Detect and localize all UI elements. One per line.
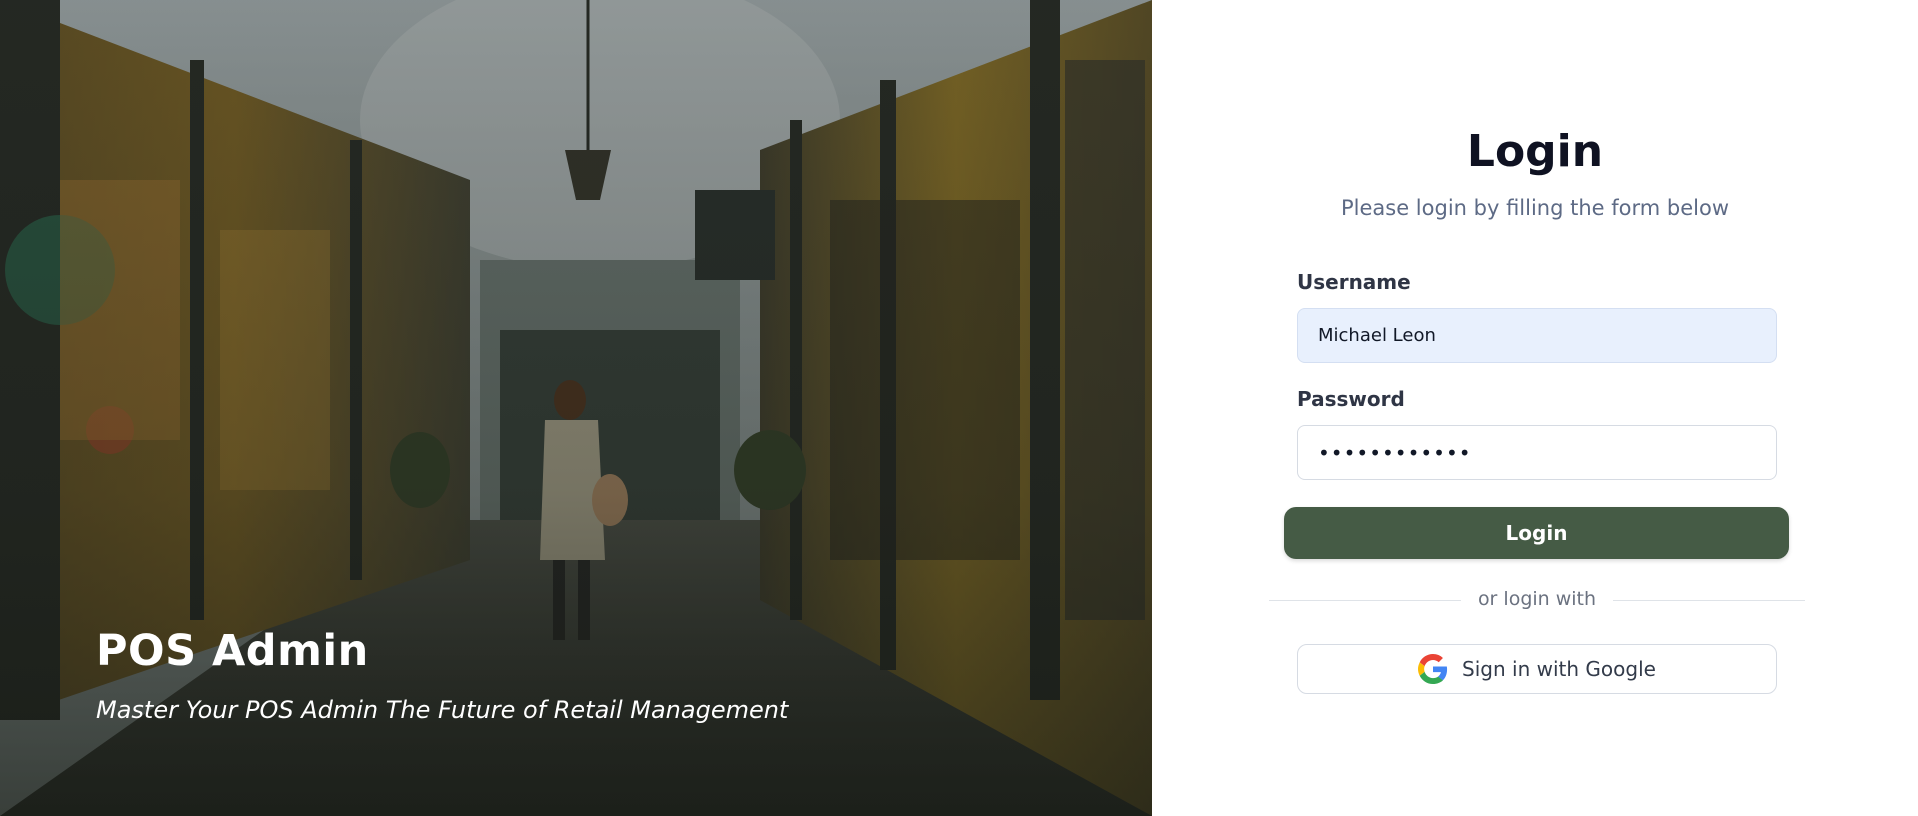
- hero-dark-overlay: [0, 0, 1152, 816]
- hero-title: POS Admin: [96, 626, 369, 676]
- login-title: Login: [1466, 126, 1604, 177]
- google-signin-button[interactable]: Sign in with Google: [1297, 644, 1777, 694]
- password-label: Password: [1297, 387, 1405, 411]
- login-panel: Login Please login by filling the form b…: [1152, 0, 1918, 816]
- username-input[interactable]: [1297, 308, 1777, 363]
- google-logo-icon: [1418, 654, 1448, 684]
- hero-subtitle: Master Your POS Admin The Future of Reta…: [96, 696, 789, 724]
- hero-panel: POS Admin Master Your POS Admin The Futu…: [0, 0, 1152, 816]
- divider-text: or login with: [1477, 588, 1597, 610]
- login-subtitle: Please login by filling the form below: [1340, 196, 1730, 220]
- login-button[interactable]: Login: [1284, 507, 1789, 559]
- google-signin-label: Sign in with Google: [1462, 657, 1656, 681]
- divider-line-left: [1269, 600, 1461, 601]
- divider-line-right: [1613, 600, 1805, 601]
- username-label: Username: [1297, 270, 1411, 294]
- password-input[interactable]: [1297, 425, 1777, 480]
